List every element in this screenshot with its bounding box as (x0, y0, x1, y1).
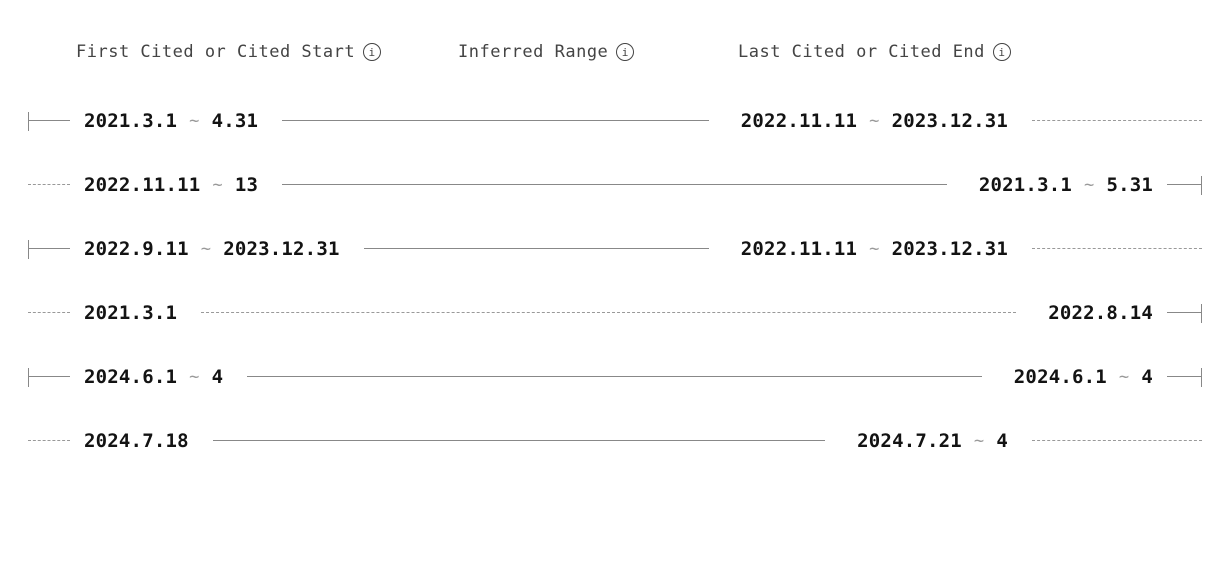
date-a: 2022.9.11 (84, 238, 189, 260)
inferred-range-line (247, 376, 982, 378)
date-a: 2022.11.11 (741, 110, 857, 132)
tilde-icon: ~ (187, 111, 201, 131)
date-b: 4 (212, 366, 224, 388)
inferred-range-line (213, 440, 825, 442)
range-end-lead (1167, 312, 1201, 314)
tilde-icon: ~ (972, 431, 986, 451)
range-end-cap (1201, 368, 1202, 387)
last-cited-value: 2024.6.1 ~4 (992, 366, 1167, 388)
date-a: 2024.7.21 (857, 430, 962, 452)
range-end-lead (1167, 376, 1201, 378)
last-cited-value: 2024.7.21 ~4 (835, 430, 1022, 452)
first-cited-value: 2024.7.18 (70, 430, 203, 452)
date-a: 2024.7.18 (84, 430, 189, 452)
date-range-row: 2021.3.1 2022.8.14 (28, 296, 1202, 330)
header-inferred-range: Inferred Range i (458, 42, 634, 62)
header-inferred-range-label: Inferred Range (458, 42, 608, 62)
first-cited-value: 2024.6.1 ~4 (70, 366, 237, 388)
range-pre-line (28, 184, 70, 186)
range-end-lead (1167, 184, 1201, 186)
range-tail-line (1032, 248, 1202, 250)
tilde-icon: ~ (867, 239, 881, 259)
first-cited-value: 2021.3.1 ~4.31 (70, 110, 272, 132)
tilde-icon: ~ (1117, 367, 1131, 387)
date-b: 2023.12.31 (223, 238, 339, 260)
first-cited-value: 2021.3.1 (70, 302, 191, 324)
last-cited-value: 2022.8.14 (1026, 302, 1167, 324)
date-range-row: 2022.11.11 ~13 2021.3.1 ~5.31 (28, 168, 1202, 202)
date-b: 4 (1141, 366, 1153, 388)
range-tail-line (1032, 120, 1202, 122)
inferred-range-line (201, 312, 1016, 314)
date-range-row: 2024.7.18 2024.7.21 ~4 (28, 424, 1202, 458)
range-end-cap (1201, 304, 1202, 323)
tilde-icon: ~ (867, 111, 881, 131)
date-a: 2022.11.11 (84, 174, 200, 196)
range-pre-line (28, 248, 70, 250)
header-last-cited: Last Cited or Cited End i (738, 42, 1011, 62)
date-b: 2023.12.31 (892, 238, 1008, 260)
inferred-range-line (282, 184, 947, 186)
date-b: 4.31 (212, 110, 259, 132)
date-a: 2021.3.1 (979, 174, 1072, 196)
range-pre-line (28, 312, 70, 314)
tilde-icon: ~ (210, 175, 224, 195)
header-first-cited-label: First Cited or Cited Start (76, 42, 355, 62)
tilde-icon: ~ (1082, 175, 1096, 195)
inferred-range-line (364, 248, 709, 250)
last-cited-value: 2022.11.11 ~2023.12.31 (719, 238, 1022, 260)
date-a: 2022.11.11 (741, 238, 857, 260)
date-a: 2021.3.1 (84, 110, 177, 132)
date-range-row: 2021.3.1 ~4.31 2022.11.11 ~2023.12.31 (28, 104, 1202, 138)
header-last-cited-label: Last Cited or Cited End (738, 42, 985, 62)
date-a: 2022.8.14 (1048, 302, 1153, 324)
tilde-icon: ~ (199, 239, 213, 259)
date-range-row: 2022.9.11 ~2023.12.31 2022.11.11 ~2023.12.3… (28, 232, 1202, 266)
date-a: 2024.6.1 (1014, 366, 1107, 388)
range-pre-line (28, 376, 70, 378)
inferred-range-line (282, 120, 709, 122)
range-tail-line (1032, 440, 1202, 442)
last-cited-value: 2021.3.1 ~5.31 (957, 174, 1167, 196)
first-cited-value: 2022.9.11 ~2023.12.31 (70, 238, 354, 260)
date-b: 4 (996, 430, 1008, 452)
date-b: 13 (235, 174, 258, 196)
range-pre-line (28, 120, 70, 122)
header-first-cited: First Cited or Cited Start i (76, 42, 381, 62)
date-b: 5.31 (1106, 174, 1153, 196)
range-pre-line (28, 440, 70, 442)
info-icon[interactable]: i (363, 43, 381, 61)
date-a: 2024.6.1 (84, 366, 177, 388)
tilde-icon: ~ (187, 367, 201, 387)
info-icon[interactable]: i (993, 43, 1011, 61)
range-end-cap (1201, 176, 1202, 195)
last-cited-value: 2022.11.11 ~2023.12.31 (719, 110, 1022, 132)
date-a: 2021.3.1 (84, 302, 177, 324)
date-range-row: 2024.6.1 ~4 2024.6.1 ~4 (28, 360, 1202, 394)
first-cited-value: 2022.11.11 ~13 (70, 174, 272, 196)
info-icon[interactable]: i (616, 43, 634, 61)
date-b: 2023.12.31 (892, 110, 1008, 132)
